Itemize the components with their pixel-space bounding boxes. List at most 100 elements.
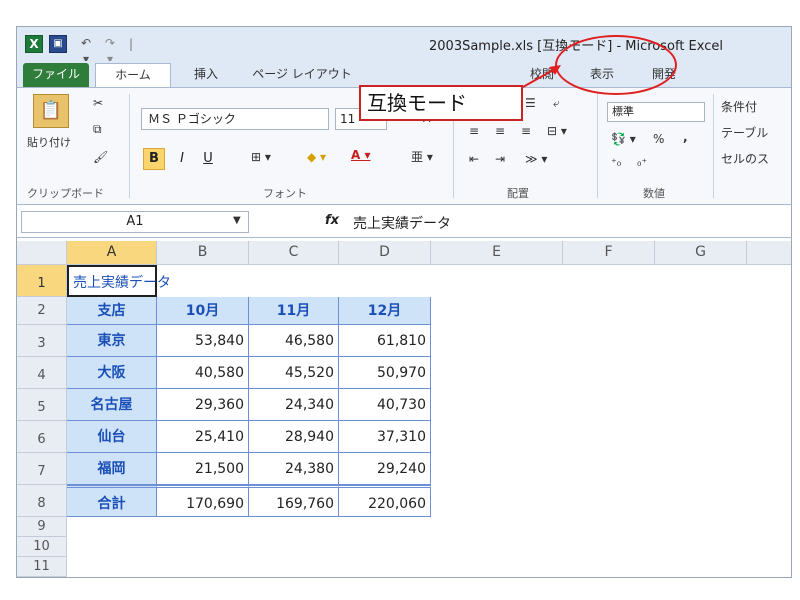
column-header[interactable]	[747, 241, 791, 265]
formula-bar: A1 ▼ fx 売上実績データ	[17, 207, 791, 238]
row-header[interactable]: 1	[17, 265, 67, 297]
table-header-cell[interactable]: 12月	[339, 297, 431, 325]
decrease-decimal-icon[interactable]: ₀⁺	[637, 156, 647, 169]
font-color-icon[interactable]: A ▾	[351, 148, 371, 162]
merge-icon[interactable]: ⊟ ▾	[547, 124, 567, 138]
redo-icon[interactable]: ↷ ▾	[101, 35, 119, 66]
cell-a1[interactable]: 売上実績データ	[67, 265, 171, 297]
underline-button[interactable]: U	[197, 148, 219, 170]
value-cell[interactable]: 25,410	[157, 421, 249, 453]
total-value-cell[interactable]: 169,760	[249, 485, 339, 517]
branch-cell[interactable]: 福岡	[67, 453, 157, 485]
font-group-label: フォント	[263, 187, 307, 200]
insert-function-button[interactable]: fx	[325, 213, 339, 228]
row-header[interactable]: 10	[17, 537, 67, 557]
cut-icon[interactable]: ✂	[93, 96, 103, 110]
comma-button[interactable]: ,	[683, 130, 688, 144]
bold-button[interactable]: B	[143, 148, 165, 170]
value-cell[interactable]: 45,520	[249, 357, 339, 389]
number-format-select[interactable]: 標準	[607, 102, 705, 122]
increase-decimal-icon[interactable]: ⁺₀	[611, 156, 621, 169]
tab-home[interactable]: ホーム	[95, 63, 171, 87]
value-cell[interactable]: 46,580	[249, 325, 339, 357]
save-icon[interactable]: ▣	[49, 35, 67, 53]
excel-logo-icon: X	[25, 35, 43, 53]
name-box[interactable]: A1	[21, 211, 249, 233]
highlight-ellipse	[555, 35, 677, 95]
percent-button[interactable]: %	[653, 132, 664, 146]
orientation-icon[interactable]: ≫ ▾	[525, 152, 547, 166]
tab-page-layout[interactable]: ページ レイアウト	[243, 63, 361, 87]
paste-icon[interactable]: 📋	[33, 94, 69, 128]
name-box-dropdown-icon[interactable]: ▼	[233, 215, 241, 226]
branch-cell[interactable]: 名古屋	[67, 389, 157, 421]
fill-color-icon[interactable]: ◆ ▾	[307, 150, 326, 164]
value-cell[interactable]: 37,310	[339, 421, 431, 453]
clipboard-group-label: クリップボード	[27, 187, 104, 200]
italic-button[interactable]: I	[171, 148, 193, 170]
value-cell[interactable]: 24,380	[249, 453, 339, 485]
indent-increase-icon[interactable]: ⇥	[495, 152, 505, 166]
indent-decrease-icon[interactable]: ⇤	[469, 152, 479, 166]
wrap-text-icon[interactable]: ⤶	[553, 96, 560, 111]
cell-styles-button[interactable]: セルのス	[721, 150, 769, 167]
table-header-cell[interactable]: 10月	[157, 297, 249, 325]
row-header[interactable]: 6	[17, 421, 67, 453]
value-cell[interactable]: 29,240	[339, 453, 431, 485]
table-header-cell[interactable]: 11月	[249, 297, 339, 325]
column-header[interactable]: E	[431, 241, 563, 265]
branch-cell[interactable]: 仙台	[67, 421, 157, 453]
select-all-corner[interactable]	[17, 241, 67, 265]
divider	[713, 94, 714, 198]
copy-icon[interactable]: ⧉	[93, 122, 102, 137]
column-header[interactable]: G	[655, 241, 747, 265]
column-header[interactable]: F	[563, 241, 655, 265]
tab-file[interactable]: ファイル	[23, 63, 89, 87]
value-cell[interactable]: 29,360	[157, 389, 249, 421]
font-name-select[interactable]: ＭＳ Ｐゴシック	[141, 108, 329, 130]
tab-insert[interactable]: 挿入	[181, 63, 231, 87]
alignment-group-label: 配置	[507, 187, 529, 200]
format-as-table-button[interactable]: テーブル	[721, 124, 768, 141]
value-cell[interactable]: 40,580	[157, 357, 249, 389]
borders-icon[interactable]: ⊞ ▾	[251, 150, 271, 164]
column-header[interactable]: C	[249, 241, 339, 265]
currency-icon[interactable]: 💱 ▾	[611, 132, 636, 146]
value-cell[interactable]: 53,840	[157, 325, 249, 357]
total-value-cell[interactable]: 220,060	[339, 485, 431, 517]
total-value-cell[interactable]: 170,690	[157, 485, 249, 517]
column-header[interactable]: B	[157, 241, 249, 265]
undo-icon[interactable]: ↶ ▾	[77, 35, 95, 66]
table-header-cell[interactable]: 支店	[67, 297, 157, 325]
row-header[interactable]: 2	[17, 297, 67, 325]
row-header[interactable]: 3	[17, 325, 67, 357]
value-cell[interactable]: 61,810	[339, 325, 431, 357]
row-header[interactable]: 8	[17, 485, 67, 517]
row-header[interactable]: 11	[17, 557, 67, 577]
row-header[interactable]: 4	[17, 357, 67, 389]
paste-button-label[interactable]: 貼り付け	[27, 134, 71, 150]
branch-cell[interactable]: 大阪	[67, 357, 157, 389]
align-left-icon[interactable]: ≡	[469, 124, 479, 138]
format-painter-icon[interactable]: 🖌	[93, 150, 108, 164]
conditional-format-button[interactable]: 条件付	[721, 98, 757, 115]
column-header[interactable]: A	[67, 241, 157, 265]
total-label-cell[interactable]: 合計	[67, 485, 157, 517]
value-cell[interactable]: 21,500	[157, 453, 249, 485]
align-bottom-icon[interactable]: ☰	[525, 96, 536, 110]
align-right-icon[interactable]: ≡	[521, 124, 531, 138]
value-cell[interactable]: 28,940	[249, 421, 339, 453]
divider	[597, 94, 598, 198]
value-cell[interactable]: 50,970	[339, 357, 431, 389]
branch-cell[interactable]: 東京	[67, 325, 157, 357]
formula-input[interactable]: 売上実績データ	[353, 213, 451, 233]
row-header[interactable]: 7	[17, 453, 67, 485]
phonetic-icon[interactable]: 亜 ▾	[411, 148, 433, 165]
excel-window: X ▣ ↶ ▾ ↷ ▾ | 2003Sample.xls [互換モード] - M…	[16, 26, 792, 578]
column-header[interactable]: D	[339, 241, 431, 265]
row-header[interactable]: 5	[17, 389, 67, 421]
align-center-icon[interactable]: ≡	[495, 124, 505, 138]
value-cell[interactable]: 24,340	[249, 389, 339, 421]
value-cell[interactable]: 40,730	[339, 389, 431, 421]
row-header[interactable]: 9	[17, 517, 67, 537]
